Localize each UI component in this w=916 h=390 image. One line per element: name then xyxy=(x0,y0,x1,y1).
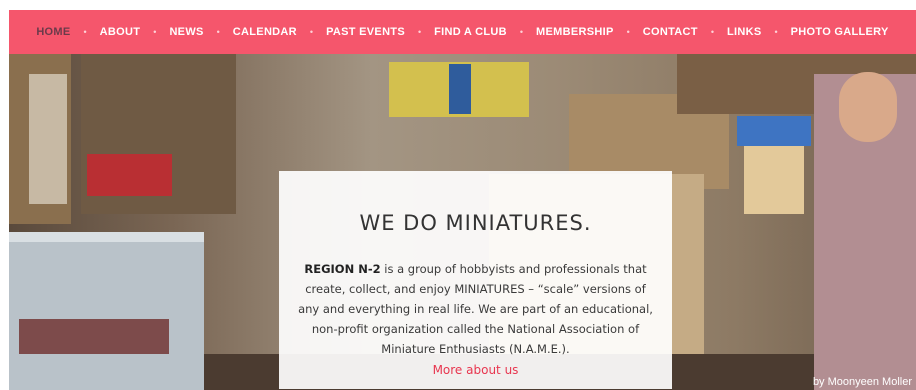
nav-separator: • xyxy=(417,27,422,37)
nav-find-a-club[interactable]: FIND A CLUB xyxy=(434,26,507,38)
nav-separator: • xyxy=(626,27,630,37)
doll-head xyxy=(839,72,897,142)
hero-photo: WE DO MINIATURES. REGION N-2 is a group … xyxy=(9,54,916,390)
hero-body-text: is a group of hobbyists and professional… xyxy=(298,262,653,356)
nav-separator: • xyxy=(153,27,157,37)
hero-description: REGION N-2 is a group of hobbyists and p… xyxy=(295,259,656,380)
nav-separator: • xyxy=(83,27,87,37)
nav-contact[interactable]: CONTACT xyxy=(643,26,698,38)
birdhouse-roof xyxy=(737,116,811,146)
nav-photo-gallery[interactable]: PHOTO GALLERY xyxy=(791,26,889,38)
red-box xyxy=(87,154,172,196)
nav-news[interactable]: NEWS xyxy=(169,26,203,38)
nav-separator: • xyxy=(216,27,220,37)
bin-fabric xyxy=(19,319,169,354)
nav-about[interactable]: ABOUT xyxy=(100,26,141,38)
nav-calendar[interactable]: CALENDAR xyxy=(233,26,297,38)
more-about-us-link[interactable]: More about us xyxy=(295,360,656,380)
nav-home[interactable]: HOME xyxy=(36,26,70,38)
bin-lid xyxy=(9,232,204,242)
intro-card: WE DO MINIATURES. REGION N-2 is a group … xyxy=(279,171,672,389)
left-shelf-boxes xyxy=(29,74,67,204)
blue-bottle xyxy=(449,64,471,114)
nav-links[interactable]: LINKS xyxy=(727,26,762,38)
nav-past-events[interactable]: PAST EVENTS xyxy=(326,26,405,38)
birdhouse xyxy=(744,134,804,214)
nav-membership[interactable]: MEMBERSHIP xyxy=(536,26,614,38)
nav-separator: • xyxy=(710,27,714,37)
main-nav: HOME • ABOUT • NEWS • CALENDAR • PAST EV… xyxy=(9,10,916,54)
region-name: REGION N-2 xyxy=(304,262,381,276)
nav-separator: • xyxy=(309,27,314,37)
photo-credit: by Moonyeen Moller xyxy=(812,376,912,388)
storage-bins xyxy=(9,232,204,390)
nav-separator: • xyxy=(774,27,778,37)
hero-title: WE DO MINIATURES. xyxy=(359,211,592,235)
nav-separator: • xyxy=(519,27,524,37)
